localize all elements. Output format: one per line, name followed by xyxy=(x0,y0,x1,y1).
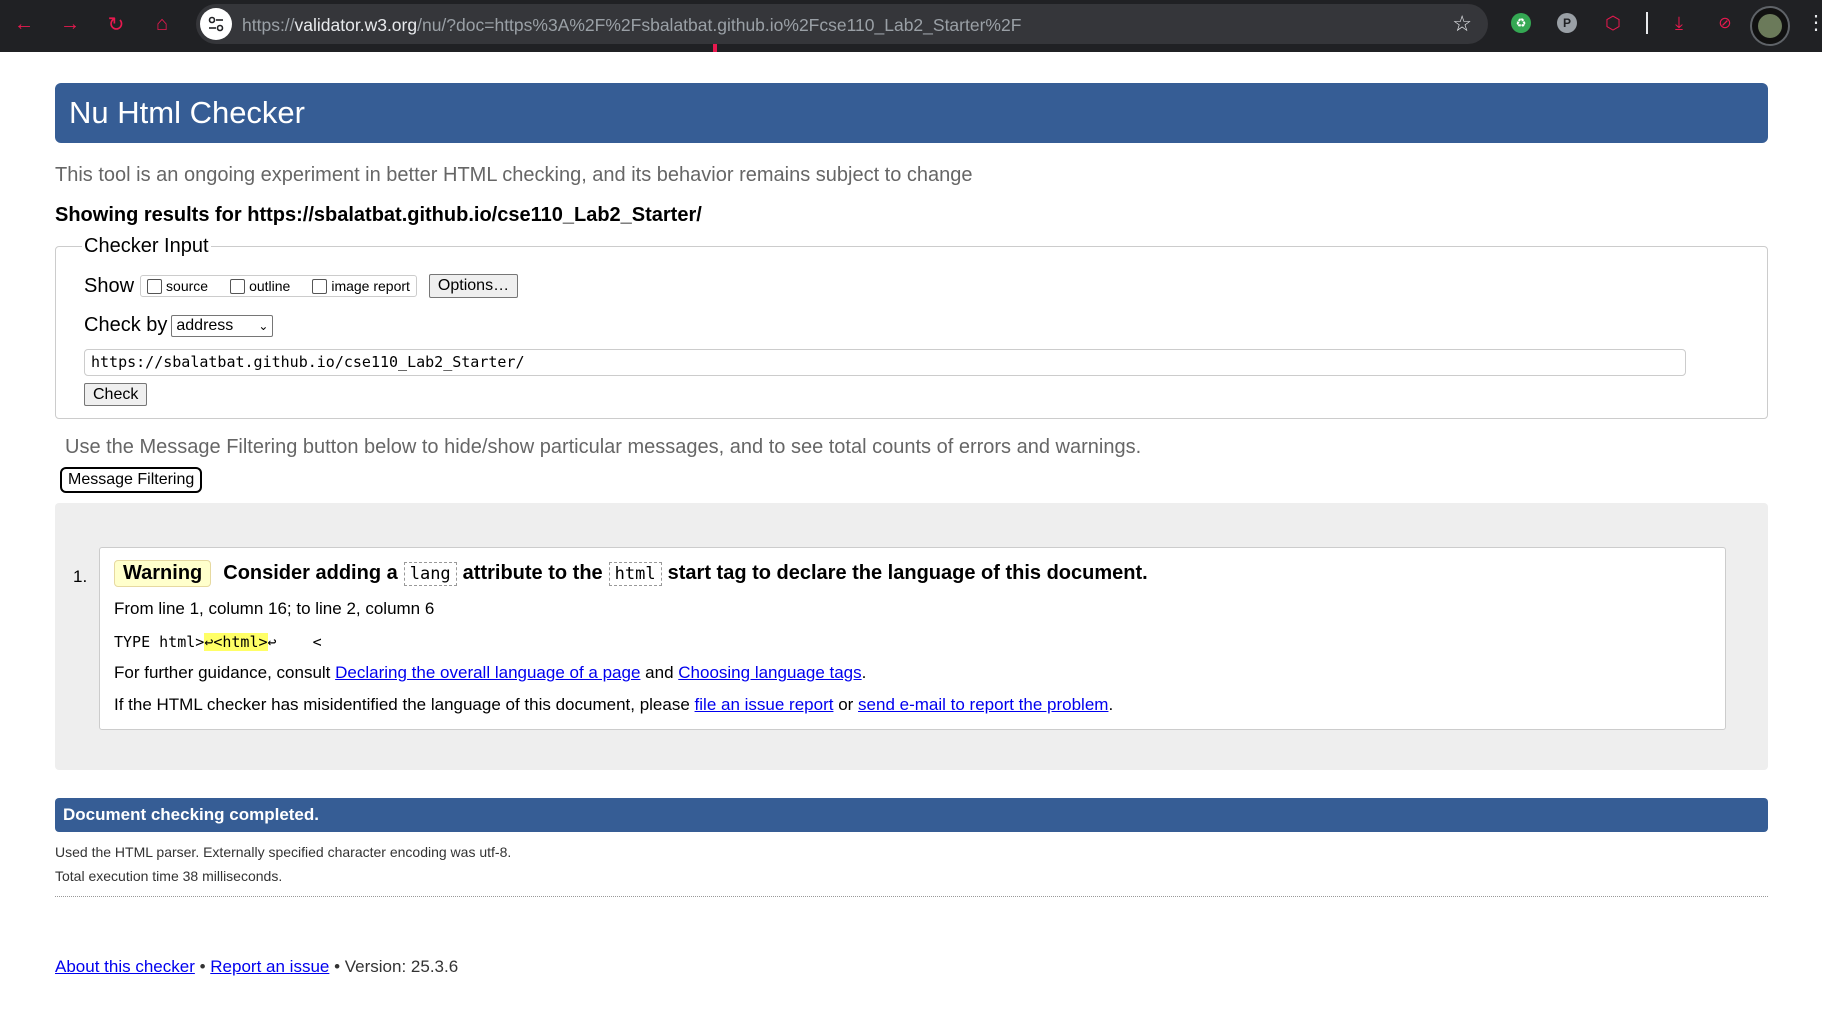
check-by-row: Check by address ⌄ xyxy=(84,314,1739,337)
url-input[interactable]: https://sbalatbat.github.io/cse110_Lab2_… xyxy=(84,349,1686,376)
parser-info: Used the HTML parser. Externally specifi… xyxy=(55,844,512,860)
report-issue-link[interactable]: Report an issue xyxy=(210,957,329,976)
bookmark-star-icon[interactable]: ☆ xyxy=(1452,11,1472,37)
check-by-label: Check by xyxy=(84,314,168,336)
check-button[interactable]: Check xyxy=(84,383,148,406)
message-number: 1. xyxy=(73,567,88,586)
show-options-row: Show source outline image report Options… xyxy=(84,274,1739,298)
checker-input-fieldset: Checker Input Show source outline image … xyxy=(55,235,1768,419)
green-extension-icon[interactable]: ♻ xyxy=(1510,12,1532,34)
chevron-down-icon: ⌄ xyxy=(258,318,269,333)
divider xyxy=(55,896,1768,897)
show-options-group: source outline image report xyxy=(140,275,417,297)
extract-highlight: ↩<html> xyxy=(204,633,268,651)
profile-avatar[interactable] xyxy=(1750,6,1790,46)
download-icon[interactable]: ⤓ xyxy=(1668,12,1690,34)
message-location: From line 1, column 16; to line 2, colum… xyxy=(114,599,435,618)
show-label: Show xyxy=(84,274,135,297)
declaring-language-link[interactable]: Declaring the overall language of a page xyxy=(335,663,640,682)
execution-time: Total execution time 38 milliseconds. xyxy=(55,868,283,884)
code-html: html xyxy=(608,561,662,586)
choosing-language-tags-link[interactable]: Choosing language tags xyxy=(678,663,861,682)
back-icon[interactable]: ← xyxy=(12,12,36,36)
message-item: 1. Warning Consider adding a lang attrib… xyxy=(73,547,1726,730)
filter-note: Use the Message Filtering button below t… xyxy=(65,436,1142,458)
code-extract: TYPE html>↩<html>↩ < xyxy=(114,633,322,651)
url-text[interactable]: https://validator.w3.org/nu/?doc=https%3… xyxy=(242,15,1021,36)
check-by-select[interactable]: address ⌄ xyxy=(171,314,274,337)
option-outline[interactable]: outline xyxy=(230,278,290,294)
warning-badge: Warning xyxy=(114,560,212,587)
tab-accent xyxy=(713,44,717,52)
checking-completed-banner: Document checking completed. xyxy=(55,798,1768,832)
forward-icon[interactable]: → xyxy=(58,12,82,36)
message-card: Warning Consider adding a lang attribute… xyxy=(99,547,1726,730)
browser-menu-icon[interactable]: ⋮ xyxy=(1806,12,1822,34)
version-text: • Version: 25.3.6 xyxy=(334,957,459,976)
page-content: Nu Html Checker This tool is an ongoing … xyxy=(55,83,1768,977)
report-line: If the HTML checker has misidentified th… xyxy=(114,695,1114,714)
checker-input-legend: Checker Input xyxy=(84,235,209,257)
source-checkbox[interactable] xyxy=(147,278,163,294)
option-source[interactable]: source xyxy=(147,278,208,294)
address-bar[interactable]: https://validator.w3.org/nu/?doc=https%3… xyxy=(196,4,1488,44)
options-button[interactable]: Options… xyxy=(428,274,519,298)
guidance-line: For further guidance, consult Declaring … xyxy=(114,663,867,682)
file-issue-report-link[interactable]: file an issue report xyxy=(695,695,834,714)
message-filtering-button[interactable]: Message Filtering xyxy=(60,467,203,493)
message-title: Warning Consider adding a lang attribute… xyxy=(114,560,1711,587)
about-checker-link[interactable]: About this checker xyxy=(55,957,195,976)
p-extension-icon[interactable]: P xyxy=(1556,12,1578,34)
code-lang: lang xyxy=(403,561,457,586)
reload-icon[interactable]: ↻ xyxy=(104,12,128,36)
option-image-report[interactable]: image report xyxy=(312,278,410,294)
results-panel: 1. Warning Consider adding a lang attrib… xyxy=(55,503,1768,770)
intro-text: This tool is an ongoing experiment in be… xyxy=(55,164,973,186)
send-email-link[interactable]: send e-mail to report the problem xyxy=(858,695,1108,714)
eye-off-icon[interactable]: ⊘ xyxy=(1714,12,1736,34)
browser-toolbar: ← → ↻ ⌂ https://validator.w3.org/nu/?doc… xyxy=(0,0,1822,52)
site-settings-icon[interactable] xyxy=(200,8,232,40)
footer: About this checker • Report an issue • V… xyxy=(55,957,459,976)
outline-checkbox[interactable] xyxy=(230,278,246,294)
home-icon[interactable]: ⌂ xyxy=(150,12,174,36)
page-title: Nu Html Checker xyxy=(55,83,1768,143)
image-report-checkbox[interactable] xyxy=(312,278,328,294)
toolbar-separator xyxy=(1646,12,1648,34)
red-puzzle-icon[interactable]: ⬡ xyxy=(1602,12,1624,34)
showing-results-heading: Showing results for https://sbalatbat.gi… xyxy=(55,204,702,226)
